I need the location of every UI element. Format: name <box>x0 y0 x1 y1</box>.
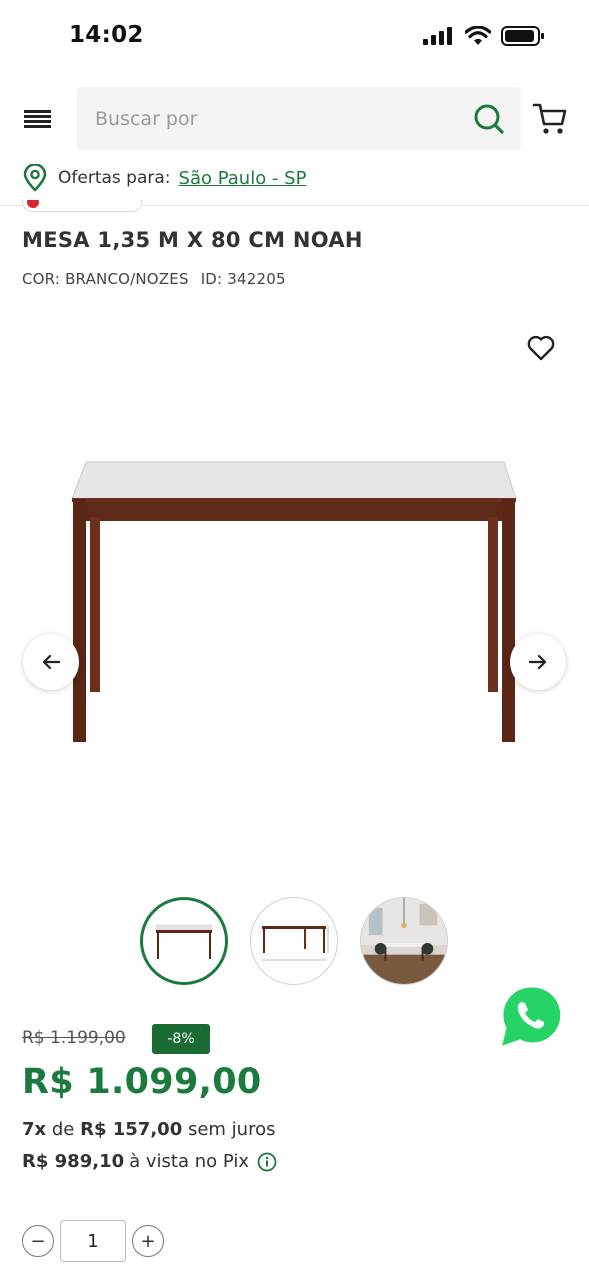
quantity-decrease-button[interactable]: − <box>22 1225 54 1257</box>
location-pin-icon <box>23 164 47 192</box>
whatsapp-icon <box>497 981 565 1051</box>
product-color: COR: BRANCO/NOZES <box>22 270 189 288</box>
menu-button[interactable] <box>22 104 54 134</box>
product-title: MESA 1,35 M X 80 CM NOAH <box>22 228 363 252</box>
installment-info: 7x de R$ 157,00 sem juros <box>22 1119 275 1140</box>
installment-value: R$ 157,00 <box>80 1119 183 1140</box>
product-meta: COR: BRANCO/NOZES ID: 342205 <box>22 270 286 288</box>
installment-connector: de <box>51 1119 75 1140</box>
battery-icon <box>501 26 544 46</box>
image-next-button[interactable] <box>510 634 566 690</box>
status-time: 14:02 <box>69 22 144 48</box>
dining-room-thumbnail <box>361 898 447 984</box>
status-bar: 14:02 <box>0 0 589 76</box>
product-id: ID: 342205 <box>200 270 286 288</box>
table-dimensions-thumbnail <box>262 926 329 961</box>
table-thumbnail <box>155 924 213 959</box>
installment-count: 7x <box>22 1119 47 1140</box>
installment-suffix: sem juros <box>187 1119 276 1140</box>
pix-price: R$ 989,10 <box>22 1151 125 1172</box>
search-input[interactable] <box>77 87 457 150</box>
header <box>0 86 589 152</box>
thumbnail-1[interactable] <box>140 897 228 985</box>
location-city-link[interactable]: São Paulo - SP <box>179 168 307 189</box>
search-icon <box>474 104 504 134</box>
quantity-input[interactable] <box>60 1220 126 1262</box>
thumbnail-3[interactable] <box>360 897 448 985</box>
table-illustration <box>71 461 517 742</box>
whatsapp-button[interactable] <box>492 980 568 1056</box>
quantity-increase-button[interactable]: + <box>132 1225 164 1257</box>
current-price: R$ 1.099,00 <box>22 1062 262 1102</box>
old-price: R$ 1.199,00 <box>22 1028 126 1048</box>
discount-badge: -8% <box>152 1024 210 1054</box>
product-image[interactable] <box>66 455 522 750</box>
location-bar[interactable]: Ofertas para: São Paulo - SP <box>22 160 306 196</box>
search-box <box>77 87 521 150</box>
quantity-stepper: − + <box>22 1220 164 1262</box>
search-button[interactable] <box>473 103 505 135</box>
thumbnail-2[interactable] <box>250 897 338 985</box>
pix-suffix: à vista no Pix <box>129 1151 249 1172</box>
arrow-right-icon <box>528 654 547 670</box>
pix-info: R$ 989,10 à vista no Pix <box>22 1151 277 1172</box>
heart-icon <box>527 335 555 361</box>
wifi-icon <box>465 26 491 45</box>
location-label: Ofertas para: <box>58 168 171 188</box>
product-badge <box>22 200 142 212</box>
cart-button[interactable] <box>532 102 568 136</box>
hamburger-menu-icon <box>24 110 51 128</box>
cart-icon <box>532 103 567 134</box>
signal-icon <box>423 27 452 45</box>
info-icon[interactable] <box>257 1152 277 1172</box>
thumbnail-list <box>140 897 448 985</box>
favorite-button[interactable] <box>526 334 556 362</box>
status-icons <box>423 26 545 46</box>
arrow-left-icon <box>42 654 61 670</box>
image-prev-button[interactable] <box>23 634 79 690</box>
